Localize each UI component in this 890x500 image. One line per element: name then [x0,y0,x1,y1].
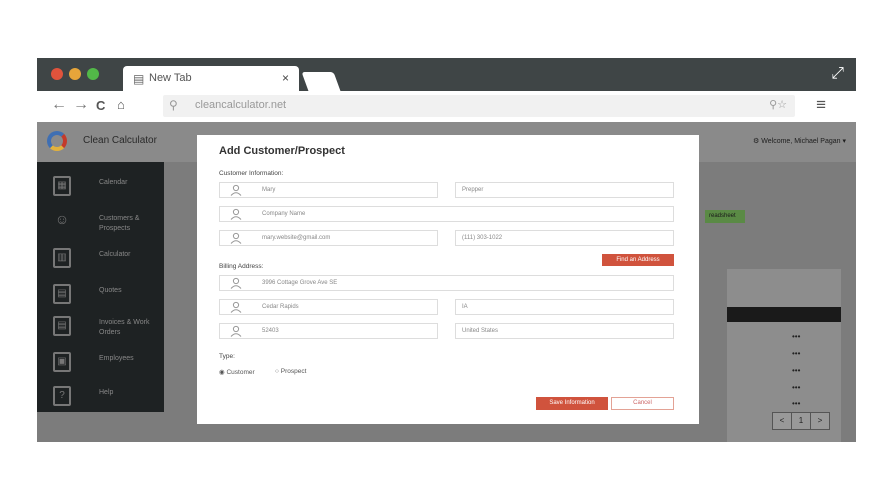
city-value: Cedar Rapids [262,304,299,310]
last-name-value: Prepper [462,187,484,193]
app-name: Clean Calculator [83,135,157,146]
user-icon [230,277,242,289]
invoice-icon: ▤ [53,316,71,336]
sidebar-item-calculator[interactable]: ▥ Calculator [37,242,164,278]
browser-tab[interactable]: ▤ New Tab × [123,66,299,91]
phone-value: (111) 303-1022 [462,235,503,241]
people-icon: ☺ [54,211,70,227]
sidebar-item-calendar[interactable]: ▦ Calendar [37,170,164,206]
bookmark-star-icon[interactable]: ⚲☆ [769,98,787,111]
sidebar-item-label: Calculator [99,251,131,258]
hamburger-menu-icon[interactable]: ≡ [816,95,826,115]
country-field[interactable]: United States [455,323,674,339]
first-name-field[interactable]: Mary [219,182,438,198]
type-label: Type: [219,353,235,360]
billing-address-label: Billing Address: [219,263,264,270]
customer-info-label: Customer Information: [219,170,284,177]
sidebar-item-quotes[interactable]: ▤ Quotes [37,278,164,314]
customer-radio[interactable]: ◉ Customer [219,368,255,376]
prospect-radio[interactable]: ○ Prospect [275,368,306,375]
user-icon [230,184,242,196]
sidebar-item-label: Customers & Prospects [99,215,140,232]
phone-field[interactable]: (111) 303-1022 [455,230,674,246]
row-menu-icon[interactable]: ••• [792,399,800,408]
user-icon [230,232,242,244]
add-customer-modal: Add Customer/Prospect Customer Informati… [197,135,699,424]
employee-badge-icon: ▣ [53,352,71,372]
prospect-radio-label: Prospect [280,368,307,375]
sidebar-item-label: Help [99,389,114,396]
sidebar-item-label: Invoices & Work Orders [99,319,150,336]
maximize-window-dot[interactable] [87,68,99,80]
minimize-window-dot[interactable] [69,68,81,80]
new-tab-button[interactable] [301,72,341,91]
state-value: IA [462,304,468,310]
calculator-icon: ▥ [53,248,71,268]
street-value: 3996 Cottage Grove Ave SE [262,280,338,286]
tab-close-icon[interactable]: × [282,71,289,85]
find-address-button[interactable]: Find an Address [602,254,674,266]
state-field[interactable]: IA [455,299,674,315]
row-menu-icon[interactable]: ••• [792,332,800,341]
sidebar-item-employees[interactable]: ▣ Employees [37,346,164,382]
pager-page[interactable]: 1 [791,412,811,430]
company-placeholder: Company Name [262,211,306,217]
expand-icon[interactable]: ⤢ [831,65,844,83]
row-menu-icon[interactable]: ••• [792,366,800,375]
spreadsheet-button[interactable]: readsheet [705,210,745,223]
cancel-button[interactable]: Cancel [611,397,674,410]
forward-icon[interactable]: → [73,96,89,114]
street-field[interactable]: 3996 Cottage Grove Ave SE [219,275,674,291]
url-text: cleancalculator.net [195,99,287,111]
quotes-icon: ▤ [53,284,71,304]
customer-radio-label: Customer [226,369,255,376]
tab-title: New Tab [149,72,192,84]
user-icon [230,301,242,313]
country-value: United States [462,328,499,334]
sidebar-item-help[interactable]: ? Help [37,380,164,416]
app-logo [47,131,67,151]
welcome-text: Welcome, Michael Pagan [761,138,841,145]
page-icon: ▤ [133,72,145,86]
user-icon [230,208,242,220]
zip-field[interactable]: 52403 [219,323,438,339]
sidebar-item-label: Calendar [99,179,128,186]
user-icon [230,325,242,337]
modal-title: Add Customer/Prospect [219,145,345,157]
home-icon[interactable]: ⌂ [117,97,125,112]
sidebar: ▦ Calendar ☺ Customers & Prospects ▥ Cal… [37,162,164,412]
sidebar-item-label: Employees [99,355,134,362]
city-field[interactable]: Cedar Rapids [219,299,438,315]
reload-icon[interactable]: C [96,98,105,113]
last-name-field[interactable]: Prepper [455,182,674,198]
sidebar-item-label: Quotes [99,287,122,294]
pager-next[interactable]: > [810,412,830,430]
search-icon: ⚲ [169,98,178,112]
sidebar-item-invoices[interactable]: ▤ Invoices & Work Orders [37,310,164,346]
browser-toolbar: ← → C ⌂ ⚲ cleancalculator.net ⚲☆ ≡ [37,91,856,123]
table-header-row [727,307,841,322]
close-window-dot[interactable] [51,68,63,80]
help-icon: ? [53,386,71,406]
save-information-button[interactable]: Save Information [536,397,608,410]
first-name-value: Mary [262,187,276,193]
row-menu-icon[interactable]: ••• [792,349,800,358]
sidebar-item-customers[interactable]: ☺ Customers & Prospects [37,206,164,242]
user-menu[interactable]: ⚙ Welcome, Michael Pagan ▾ [753,137,846,145]
address-bar[interactable]: ⚲ cleancalculator.net ⚲☆ [163,95,795,117]
title-bar: ▤ New Tab × ⤢ [37,58,856,91]
email-value: mary.website@gmail.com [262,235,331,241]
company-name-field[interactable]: Company Name [219,206,674,222]
email-field[interactable]: mary.website@gmail.com [219,230,438,246]
zip-value: 52403 [262,328,279,334]
pager-prev[interactable]: < [772,412,792,430]
back-icon[interactable]: ← [51,96,67,114]
calendar-icon: ▦ [53,176,71,196]
row-menu-icon[interactable]: ••• [792,383,800,392]
